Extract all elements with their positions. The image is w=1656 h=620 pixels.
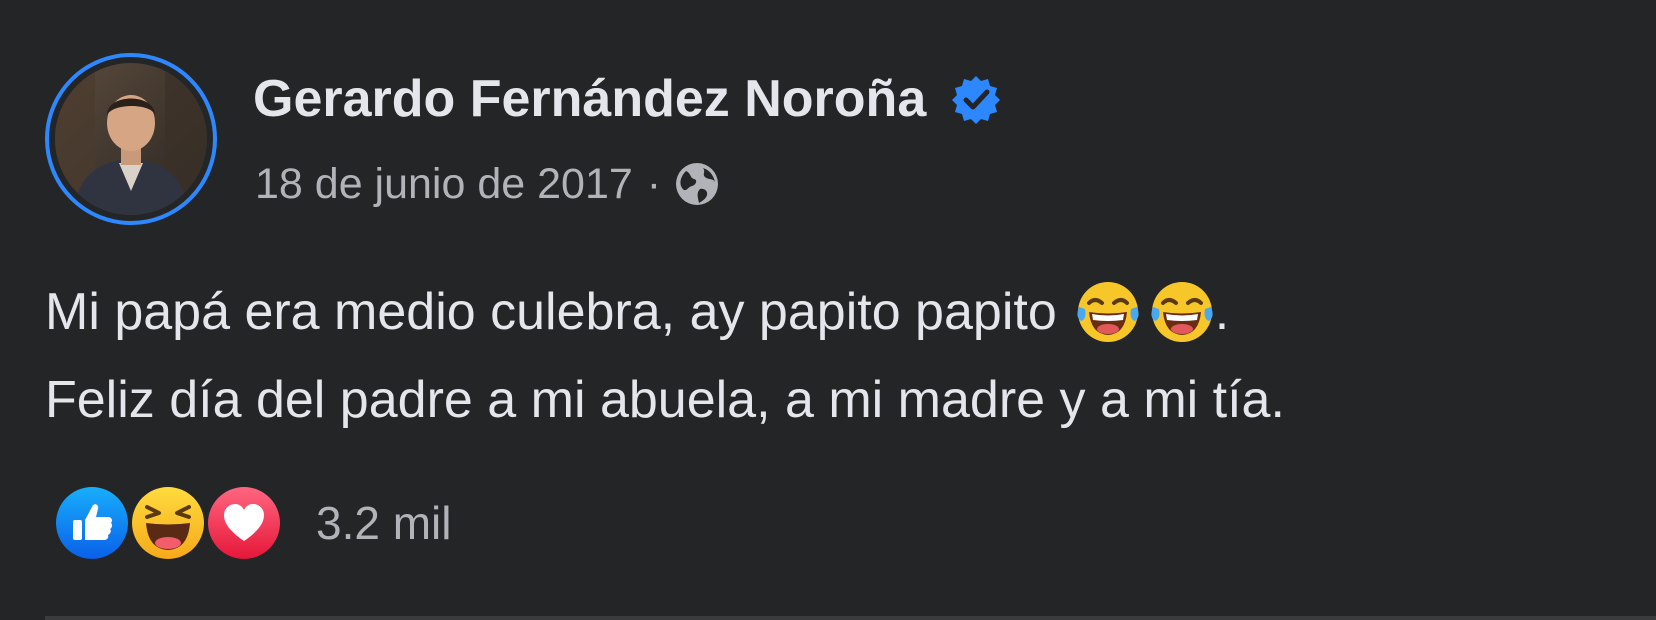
post-meta: 18 de junio de 2017 · [255,155,721,213]
post-text-line-1-end: . [1214,283,1230,341]
post-text-line-1: Mi papá era medio culebra, ay papito pap… [45,268,1625,356]
avatar[interactable] [55,63,207,215]
post-divider [45,616,1656,620]
avatar-photo [55,63,207,215]
profile-avatar-ring[interactable] [45,53,217,225]
post-body: Mi papá era medio culebra, ay papito pap… [45,268,1625,444]
like-icon[interactable] [52,483,132,563]
post-date[interactable]: 18 de junio de 2017 [255,160,633,209]
laughing-tears-emoji-icon [1075,279,1141,345]
haha-icon[interactable] [128,483,208,563]
reaction-count[interactable]: 3.2 mil [316,496,451,550]
post-text-line-2: Feliz día del padre a mi abuela, a mi ma… [45,356,1625,444]
reactions-summary[interactable]: 3.2 mil [52,481,451,565]
facebook-post: Gerardo Fernández Noroña 18 de junio de … [0,0,1656,620]
love-icon[interactable] [204,483,284,563]
globe-icon[interactable] [673,160,721,208]
author-name[interactable]: Gerardo Fernández Noroña [253,69,926,129]
laughing-tears-emoji-icon [1149,279,1215,345]
post-header: Gerardo Fernández Noroña [253,64,1002,134]
post-text-line-2-text: Feliz día del padre a mi abuela, a mi ma… [45,371,1285,429]
meta-separator: · [646,159,662,208]
verified-badge-icon [950,73,1002,125]
post-text-line-1-text: Mi papá era medio culebra, ay papito pap… [45,283,1057,341]
